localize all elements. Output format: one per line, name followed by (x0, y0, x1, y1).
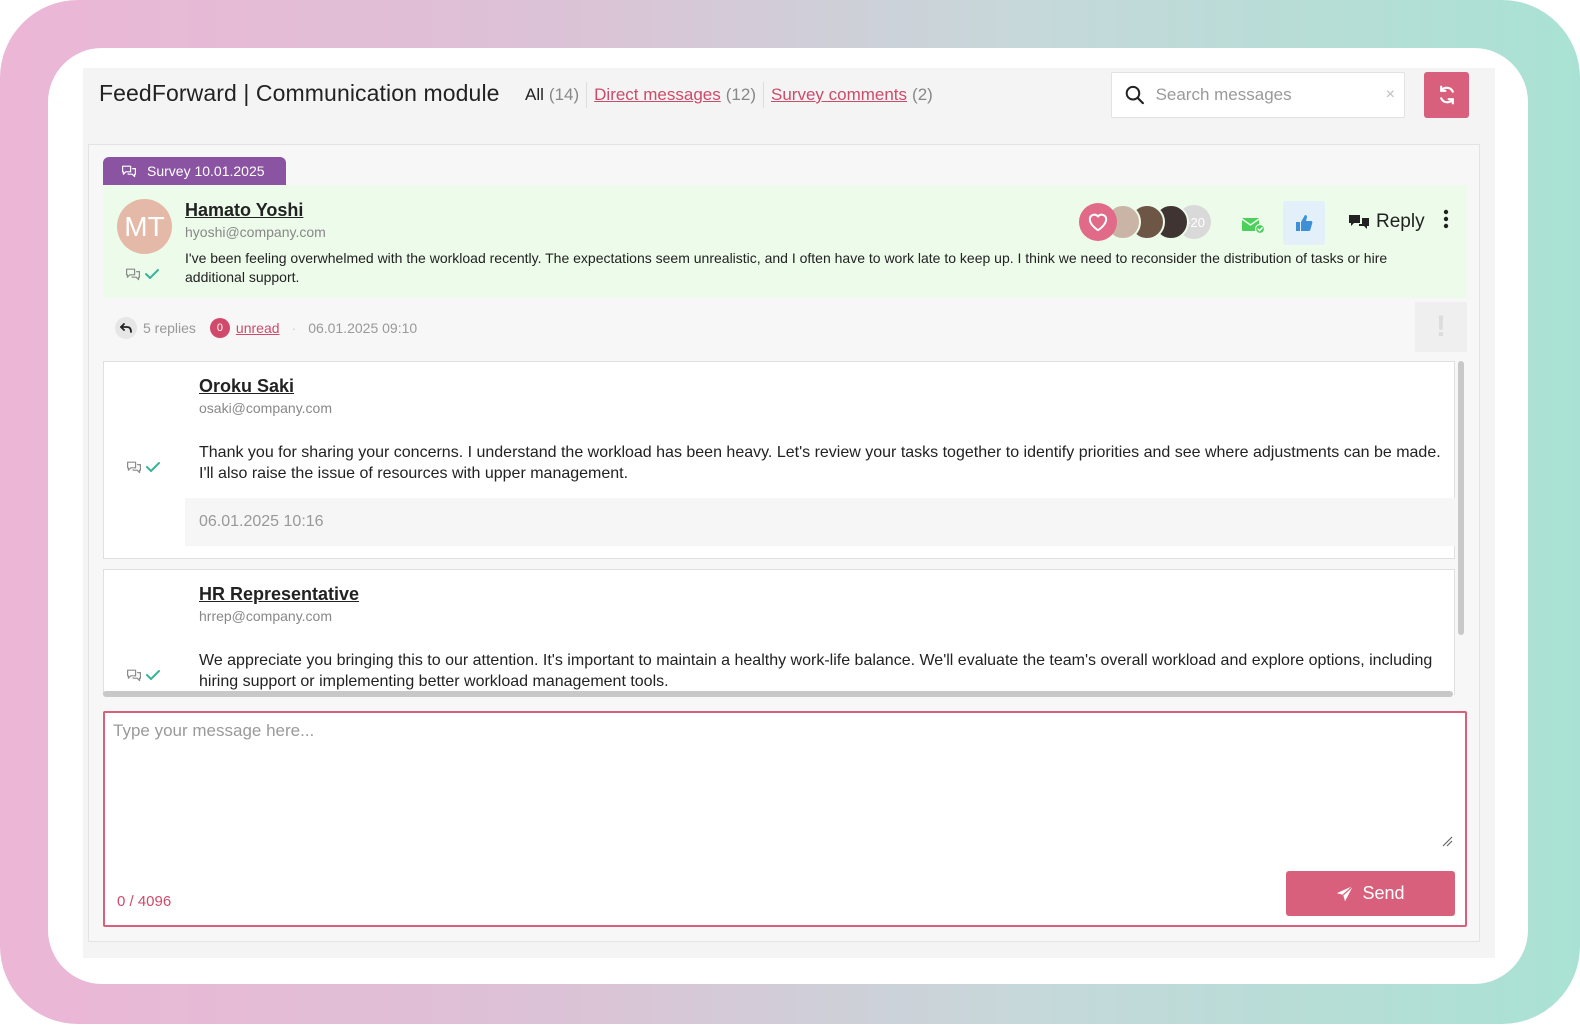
char-counter: 0 / 4096 (117, 893, 172, 910)
author-email: hyoshi@company.com (185, 224, 326, 240)
reply-author-name[interactable]: HR Representative (199, 584, 359, 605)
reply-text: Thank you for sharing your concerns. I u… (199, 444, 1441, 482)
check-icon (146, 670, 160, 680)
reply-item: Oroku Saki osaki@company.com Thank you f… (103, 361, 1455, 559)
reply-author: HR Representative hrrep@company.com (199, 584, 359, 624)
search-box: × (1111, 72, 1405, 118)
tab-divider (586, 82, 588, 108)
author-block: Hamato Yoshi hyoshi@company.com (185, 200, 326, 240)
thread-meta: 5 replies 0 unread · 06.01.2025 09:10 (115, 317, 417, 339)
tab-direct-messages-count: (12) (725, 85, 756, 104)
message-input[interactable] (113, 721, 1457, 851)
reply-text: We appreciate you bringing this to our a… (199, 652, 1433, 690)
comments-icon (122, 165, 136, 178)
reply-author-email: hrrep@company.com (199, 608, 332, 624)
reply-status (126, 668, 160, 682)
refresh-icon (1439, 85, 1454, 105)
tab-all-count: (14) (548, 85, 580, 104)
comments-icon (127, 669, 141, 682)
check-icon (145, 269, 159, 279)
search-icon (1125, 85, 1144, 105)
reply-author-email: osaki@company.com (199, 400, 332, 416)
author-name[interactable]: Hamato Yoshi (185, 200, 326, 221)
unread-link[interactable]: unread (236, 320, 280, 336)
tab-direct-messages[interactable]: Direct messages (12) (594, 85, 756, 105)
comments-icon (127, 461, 141, 474)
mark-read-button[interactable] (1233, 205, 1273, 245)
reply-author-name[interactable]: Oroku Saki (199, 376, 332, 397)
replies-count[interactable]: 5 replies (143, 320, 196, 336)
flag-button[interactable]: ! (1415, 302, 1467, 352)
reply-button-label: Reply (1376, 211, 1425, 232)
original-message: MT Hamato Yoshi hyoshi@company.com I've … (103, 185, 1467, 298)
send-button-label: Send (1362, 883, 1405, 903)
tab-survey-comments[interactable]: Survey comments (2) (771, 85, 933, 105)
like-button[interactable] (1283, 201, 1325, 245)
reactions[interactable]: +20 (1079, 203, 1211, 241)
unread-badge: 0 (209, 318, 230, 338)
search-input[interactable] (1155, 85, 1377, 105)
meta-dot: · (291, 320, 297, 336)
tab-divider (762, 82, 764, 108)
resize-handle-icon[interactable] (1441, 835, 1453, 847)
thread-panel: Survey 10.01.2025 MT Hamato Yoshi hyoshi… (88, 144, 1480, 942)
avatar: MT (117, 199, 172, 254)
reply-button[interactable]: Reply (1348, 211, 1425, 233)
refresh-button[interactable] (1424, 72, 1469, 118)
send-button[interactable]: Send (1286, 871, 1455, 916)
communication-module: FeedForward | Communication module All (… (83, 68, 1495, 958)
replies-list: Oroku Saki osaki@company.com Thank you f… (103, 361, 1467, 695)
message-status (125, 267, 159, 281)
reply-timestamp: 06.01.2025 10:16 (185, 498, 1455, 546)
tab-direct-messages-label: Direct messages (594, 85, 721, 104)
reply-arrow-icon (115, 317, 137, 339)
message-text: I've been feeling overwhelmed with the w… (185, 250, 1388, 285)
send-icon (1337, 884, 1354, 901)
mail-check-icon (1241, 218, 1265, 234)
horizontal-scrollbar[interactable] (103, 691, 1453, 697)
tab-all-label: All (525, 85, 544, 104)
app-title: FeedForward | Communication module (99, 80, 500, 106)
reply-status (126, 460, 160, 474)
reply-item: HR Representative hrrep@company.com We a… (103, 569, 1455, 695)
check-icon (146, 462, 160, 472)
tab-survey-comments-label: Survey comments (770, 85, 908, 104)
kebab-icon[interactable] (1443, 209, 1449, 234)
vertical-scrollbar[interactable] (1458, 361, 1464, 635)
filter-tabs: All (14) Direct messages (12) Survey com… (525, 82, 933, 108)
thumbs-up-icon (1296, 215, 1313, 231)
comments-icon (1349, 215, 1369, 229)
survey-tag-label: Survey 10.01.2025 (147, 163, 265, 179)
tab-all[interactable]: All (14) (525, 85, 579, 105)
comments-icon (126, 268, 140, 281)
message-composer: 0 / 4096 Send (103, 711, 1467, 927)
thread-timestamp: 06.01.2025 09:10 (308, 320, 418, 336)
reply-author: Oroku Saki osaki@company.com (199, 376, 332, 416)
survey-tag: Survey 10.01.2025 (103, 157, 286, 185)
tab-survey-comments-count: (2) (912, 85, 933, 104)
clear-search-icon[interactable]: × (1377, 86, 1404, 104)
heart-icon[interactable] (1079, 203, 1117, 241)
